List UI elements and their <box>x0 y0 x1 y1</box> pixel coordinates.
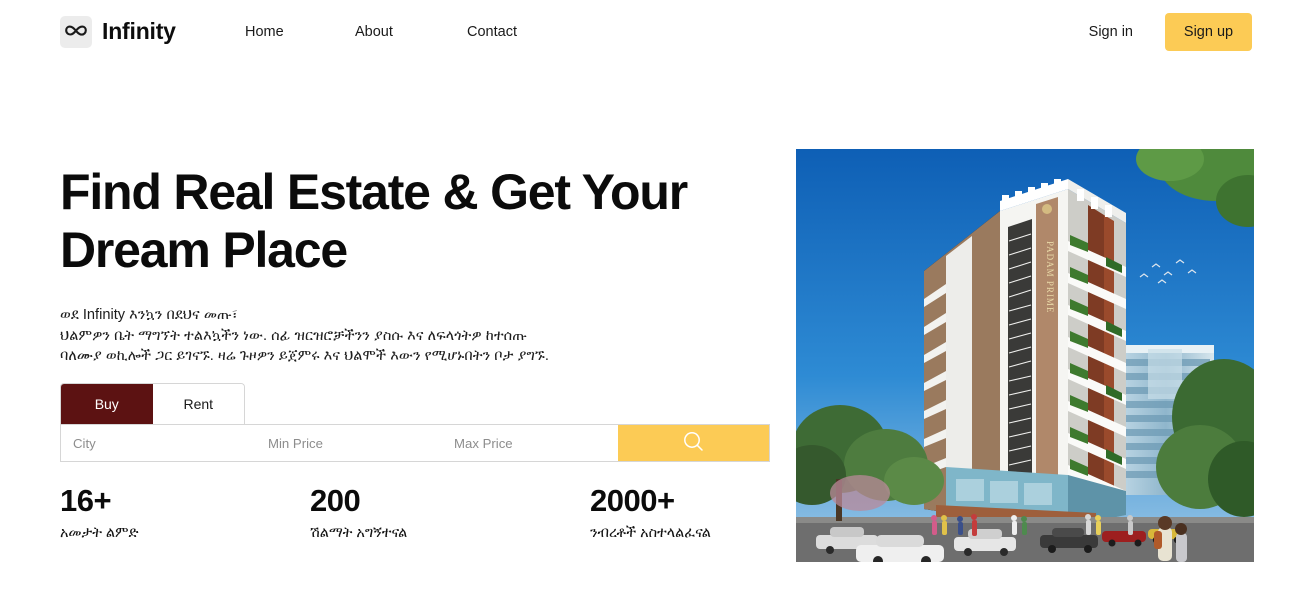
stat-label: ሽልማት አግኝተናል <box>310 525 408 541</box>
nav-links: Home About Contact <box>245 24 577 40</box>
stat-value: 200 <box>310 483 361 518</box>
nav-item-contact[interactable]: Contact <box>467 24 577 40</box>
tab-rent[interactable]: Rent <box>152 384 244 424</box>
brand-name: Infinity <box>102 18 176 44</box>
hero-description-line: ወደ Infinity እንኳን በደህና መጡ፣ <box>60 307 238 323</box>
nav-item-about[interactable]: About <box>355 24 467 40</box>
infinity-icon <box>60 15 92 48</box>
hero-description: ወደ Infinity እንኳን በደህና መጡ፣ ህልምዎን ቤት ማግኘት … <box>60 305 760 367</box>
stats-row: 16+ አመታት ልምድ 200 ሽልማት አግኝተናል 2000+ ንብረቶች… <box>60 483 840 541</box>
city-input[interactable] <box>61 425 256 461</box>
brand-logo[interactable]: Infinity <box>60 15 176 48</box>
nav-actions: Sign in Sign up <box>1089 12 1252 51</box>
stat-item: 16+ አመታት ልምድ <box>60 483 310 541</box>
max-price-input[interactable] <box>442 425 618 461</box>
search-bar <box>60 424 770 462</box>
stat-item: 200 ሽልማት አግኝተናል <box>310 483 590 541</box>
property-search-widget: Buy Rent <box>60 383 770 462</box>
stat-label: አመታት ልምድ <box>60 525 139 541</box>
min-price-input[interactable] <box>256 425 442 461</box>
search-mode-tabs: Buy Rent <box>60 383 245 424</box>
nav-item-home[interactable]: Home <box>245 24 355 40</box>
hero-content: Find Real Estate & Get Your Dream Place … <box>60 163 770 367</box>
stat-value: 16+ <box>60 483 112 518</box>
hero-section: Find Real Estate & Get Your Dream Place … <box>0 63 1309 594</box>
page-title: Find Real Estate & Get Your Dream Place <box>60 164 688 278</box>
sign-up-button[interactable]: Sign up <box>1165 12 1252 51</box>
sign-in-link[interactable]: Sign in <box>1089 24 1133 40</box>
navbar: Infinity Home About Contact Sign in Sign… <box>0 0 1309 63</box>
magnifier-icon <box>681 429 706 457</box>
tab-buy[interactable]: Buy <box>61 384 153 424</box>
hero-description-line: ህልምዎን ቤት ማግኘት ተልእኳችን ነው. ሰፊ ዝርዝሮቻችንን ያስሱ… <box>60 327 527 344</box>
hero-description-line: ባለሙያ ወኪሎች ጋር ይገናኙ. ዛሬ ጉዞዎን ይጀምሩ እና ህልሞች … <box>60 348 549 364</box>
search-button[interactable] <box>618 425 769 461</box>
svg-text:PADAM PRIME: PADAM PRIME <box>1045 241 1055 313</box>
hero-property-image: PADAM PRIME <box>796 149 1254 562</box>
